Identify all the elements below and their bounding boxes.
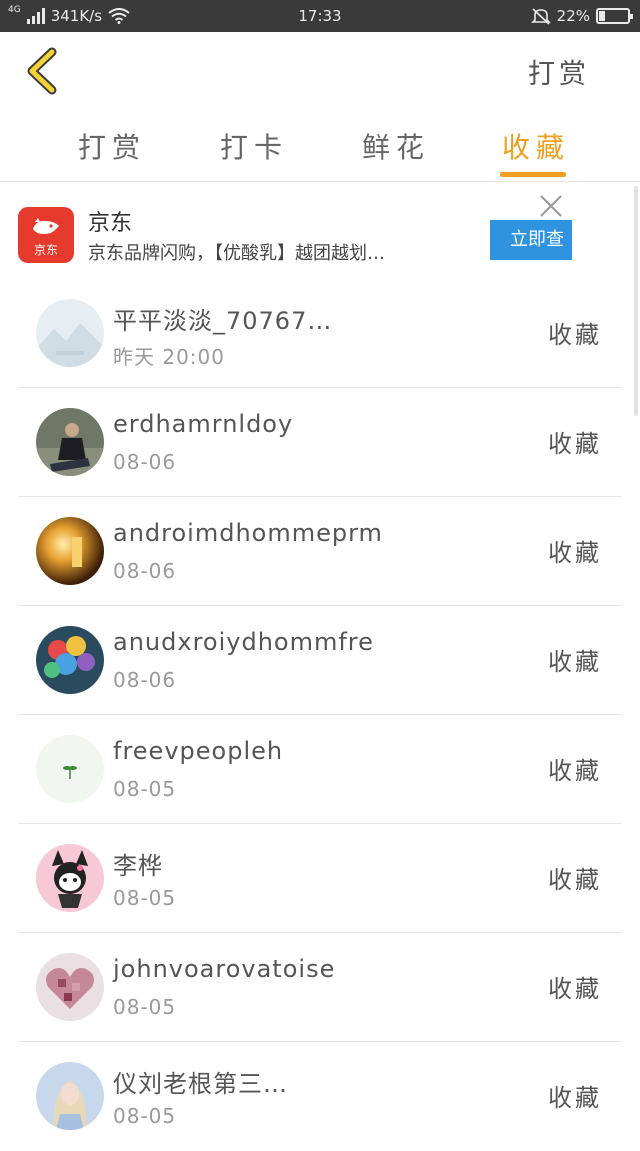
ad-title: 京东 bbox=[88, 211, 133, 236]
close-icon bbox=[540, 195, 562, 217]
jd-logo: 京东 bbox=[18, 207, 74, 263]
avatar bbox=[36, 735, 104, 803]
user-name: 平平淡淡_70767… bbox=[113, 307, 333, 335]
avatar bbox=[36, 953, 104, 1021]
list-item[interactable]: johnvoarovatoise 08-05 收藏 bbox=[0, 933, 640, 1042]
back-button[interactable] bbox=[22, 46, 66, 96]
avatar bbox=[36, 299, 104, 367]
list-item[interactable]: anudxroiydhommfre 08-06 收藏 bbox=[0, 606, 640, 715]
action-label: 收藏 bbox=[548, 321, 602, 349]
avatar bbox=[36, 517, 104, 585]
active-tab-indicator bbox=[500, 172, 566, 177]
timestamp: 08-05 bbox=[113, 995, 177, 1019]
user-name: 仪刘老根第三… bbox=[113, 1070, 288, 1098]
ad-description: 京东品牌闪购，【优酸乳】越团越划… bbox=[88, 243, 385, 264]
action-label: 收藏 bbox=[548, 539, 602, 567]
action-label: 收藏 bbox=[548, 866, 602, 894]
list-item[interactable]: androimdhommeprm 08-06 收藏 bbox=[0, 497, 640, 606]
status-bar: 4G 341K/s 17:33 22% bbox=[0, 0, 640, 32]
tab-reward[interactable]: 打赏 bbox=[78, 126, 146, 166]
ad-banner[interactable]: 京东 京东 京东品牌闪购，【优酸乳】越团越划… 立即查 bbox=[0, 183, 640, 279]
jd-dog-icon bbox=[33, 218, 59, 234]
timestamp: 08-05 bbox=[113, 777, 177, 801]
avatar bbox=[36, 844, 104, 912]
status-right: 22% bbox=[530, 0, 633, 32]
user-name: erdhamrnldoy bbox=[113, 410, 294, 438]
timestamp: 08-06 bbox=[113, 559, 177, 583]
timestamp: 08-05 bbox=[113, 1104, 177, 1128]
user-name: anudxroiydhommfre bbox=[113, 628, 374, 656]
user-name: johnvoarovatoise bbox=[113, 955, 336, 983]
tab-favorites[interactable]: 收藏 bbox=[502, 126, 570, 166]
avatar bbox=[36, 408, 104, 476]
jd-logo-text: 京东 bbox=[33, 243, 58, 257]
ad-close-button[interactable] bbox=[538, 193, 564, 219]
timestamp: 08-05 bbox=[113, 886, 177, 910]
avatar bbox=[36, 626, 104, 694]
action-label: 收藏 bbox=[548, 648, 602, 676]
tab-flowers[interactable]: 鲜花 bbox=[362, 126, 430, 166]
list-item[interactable]: 仪刘老根第三… 08-05 收藏 bbox=[0, 1042, 640, 1151]
timestamp: 08-06 bbox=[113, 668, 177, 692]
list-item[interactable]: erdhamrnldoy 08-06 收藏 bbox=[0, 388, 640, 497]
user-name: 李桦 bbox=[113, 852, 163, 880]
user-name: freevpeopleh bbox=[113, 737, 284, 765]
user-name: androimdhommeprm bbox=[113, 519, 383, 547]
list-item[interactable]: 李桦 08-05 收藏 bbox=[0, 824, 640, 933]
avatar bbox=[36, 1062, 104, 1130]
reward-button[interactable]: 打赏 bbox=[528, 52, 590, 91]
action-label: 收藏 bbox=[548, 430, 602, 458]
favorites-list: 平平淡淡_70767… 昨天 20:00 收藏 erdhamrnldoy 08-… bbox=[0, 279, 640, 1151]
ad-cta-button[interactable]: 立即查 bbox=[490, 220, 572, 260]
nav-bar: 打赏 bbox=[0, 32, 640, 108]
bell-muted-icon bbox=[530, 8, 551, 25]
battery-icon bbox=[596, 8, 633, 24]
chevron-left-icon bbox=[27, 47, 57, 95]
list-item[interactable]: 平平淡淡_70767… 昨天 20:00 收藏 bbox=[0, 279, 640, 388]
list-item[interactable]: freevpeopleh 08-05 收藏 bbox=[0, 715, 640, 824]
action-label: 收藏 bbox=[548, 757, 602, 785]
action-label: 收藏 bbox=[548, 1084, 602, 1112]
scrollbar-thumb[interactable] bbox=[634, 186, 638, 416]
tab-bar: 打赏 打卡 鲜花 收藏 bbox=[0, 108, 640, 182]
timestamp: 08-06 bbox=[113, 450, 177, 474]
action-label: 收藏 bbox=[548, 975, 602, 1003]
battery-percent: 22% bbox=[556, 7, 590, 25]
timestamp: 昨天 20:00 bbox=[113, 345, 225, 369]
tab-checkin[interactable]: 打卡 bbox=[220, 126, 288, 166]
